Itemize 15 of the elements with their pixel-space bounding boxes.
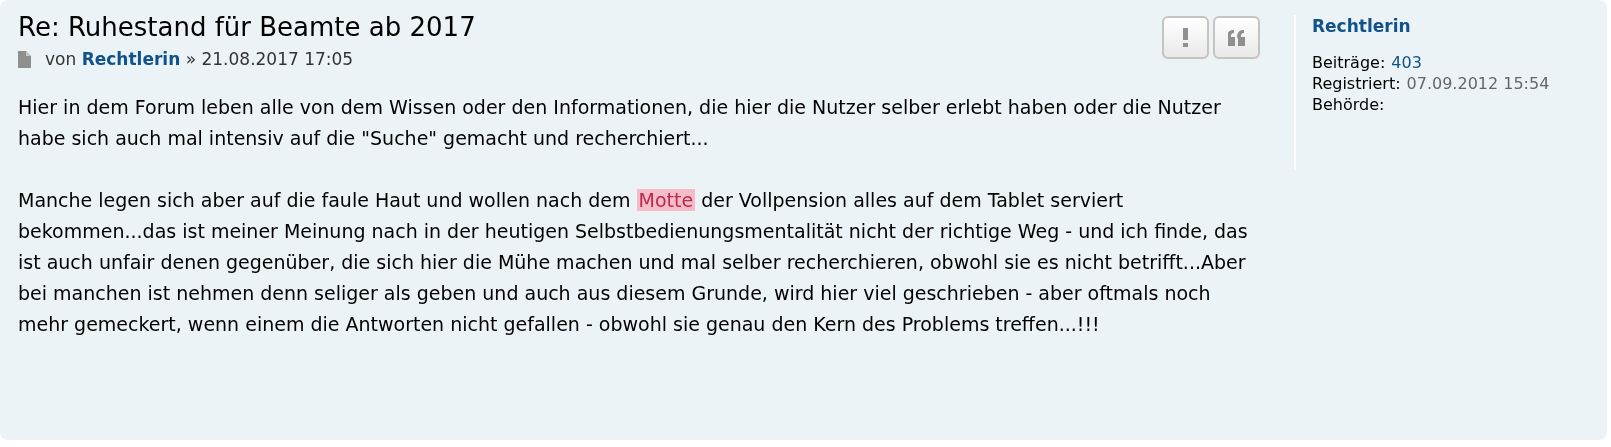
quote-icon (1228, 29, 1245, 46)
byline-text: von Rechtlerin » 21.08.2017 17:05 (45, 48, 354, 71)
author-link[interactable]: Rechtlerin (81, 49, 181, 69)
document-icon (18, 51, 31, 69)
post-title: Re: Ruhestand für Beamte ab 2017 (18, 11, 476, 44)
profile-username[interactable]: Rechtlerin (1312, 16, 1550, 37)
quote-button[interactable] (1213, 16, 1260, 59)
field-label: Registriert: (1312, 73, 1401, 94)
field-label: Behörde: (1312, 94, 1385, 115)
post-paragraph: Hier in dem Forum leben alle von dem Wissen oder den Informationen, die hier die Nutzer selber erlebt haben oder die Nutzer habe sich auch mal intensiv auf die "Suche" gemacht und recherchiert... (18, 94, 1222, 151)
post-count-link[interactable]: 403 (1391, 52, 1422, 73)
field-value: 07.09.2012 15:54 (1406, 73, 1550, 94)
field-label: Beiträge: (1312, 52, 1386, 73)
post-paragraph: Manche legen sich aber auf die faule Haut und wollen nach dem Motte der Vollpension alles auf dem Tablet serviert bekommen...das ist meiner Meinung nach in der heutigen Selbstbedienungsmentalität nicht der richtige Weg - und ich finde, das ist auch unfair denen gegenüber, die sich hier die Mühe machen und mal selber recherchieren, obwohl sie es nicht betrifft...Aber bei manchen ist nehmen denn seliger als geben und auch aus diesem Grunde, wird hier viel geschrieben - aber oftmals noch mehr gemeckert, wenn einem die Antworten nicht gefallen - obwohl sie genau den Kern des Problems treffen...!!! (18, 187, 1249, 337)
report-button[interactable] (1162, 16, 1209, 59)
